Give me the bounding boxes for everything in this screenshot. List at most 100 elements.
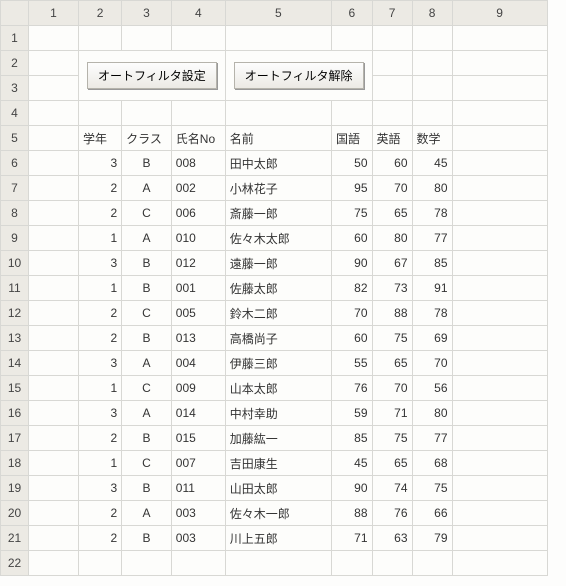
cell[interactable] xyxy=(452,501,547,526)
header-grade[interactable]: 学年 xyxy=(79,126,122,151)
cell-eigo[interactable]: 67 xyxy=(372,251,412,276)
cell-name-no[interactable]: 008 xyxy=(171,151,225,176)
row-header[interactable]: 10 xyxy=(1,251,29,276)
row-header[interactable]: 22 xyxy=(1,551,29,576)
cell[interactable] xyxy=(225,551,331,576)
cell-eigo[interactable]: 73 xyxy=(372,276,412,301)
row-header[interactable]: 5 xyxy=(1,126,29,151)
cell[interactable] xyxy=(452,526,547,551)
cell-kokugo[interactable]: 50 xyxy=(332,151,373,176)
cell-eigo[interactable]: 88 xyxy=(372,301,412,326)
cell-sugaku[interactable]: 78 xyxy=(412,301,452,326)
cell-name[interactable]: 鈴木二郎 xyxy=(225,301,331,326)
cell-sugaku[interactable]: 80 xyxy=(412,176,452,201)
cell[interactable] xyxy=(29,351,79,376)
cell-name-no[interactable]: 004 xyxy=(171,351,225,376)
cell[interactable] xyxy=(372,101,412,126)
cell-name-no[interactable]: 001 xyxy=(171,276,225,301)
cell[interactable] xyxy=(29,551,79,576)
cell-name[interactable]: 吉田康生 xyxy=(225,451,331,476)
cell[interactable] xyxy=(29,101,79,126)
cell-kokugo[interactable]: 55 xyxy=(332,351,373,376)
cell-grade[interactable]: 3 xyxy=(79,401,122,426)
cell[interactable] xyxy=(332,101,373,126)
cell-sugaku[interactable]: 75 xyxy=(412,476,452,501)
cell[interactable] xyxy=(79,26,122,51)
cell-eigo[interactable]: 65 xyxy=(372,201,412,226)
cell-name[interactable]: 斎藤一郎 xyxy=(225,201,331,226)
cell-name-no[interactable]: 005 xyxy=(171,301,225,326)
cell-name-no[interactable]: 006 xyxy=(171,201,225,226)
cell-name-no[interactable]: 010 xyxy=(171,226,225,251)
cell[interactable] xyxy=(29,326,79,351)
cell[interactable] xyxy=(412,76,452,101)
cell[interactable]: オートフィルタ設定 xyxy=(79,51,226,101)
cell[interactable] xyxy=(372,51,412,76)
cell[interactable] xyxy=(171,551,225,576)
cell[interactable] xyxy=(225,26,331,51)
cell[interactable] xyxy=(372,26,412,51)
cell-name[interactable]: 田中太郎 xyxy=(225,151,331,176)
cell-grade[interactable]: 3 xyxy=(79,251,122,276)
cell-sugaku[interactable]: 85 xyxy=(412,251,452,276)
cell[interactable] xyxy=(452,251,547,276)
cell[interactable] xyxy=(452,376,547,401)
cell-name[interactable]: 加藤紘一 xyxy=(225,426,331,451)
cell-grade[interactable]: 2 xyxy=(79,426,122,451)
cell-sugaku[interactable]: 45 xyxy=(412,151,452,176)
cell-class[interactable]: C xyxy=(122,451,172,476)
cell-kokugo[interactable]: 90 xyxy=(332,251,373,276)
row-header[interactable]: 1 xyxy=(1,26,29,51)
cell-kokugo[interactable]: 88 xyxy=(332,501,373,526)
cell[interactable] xyxy=(452,401,547,426)
cell-kokugo[interactable]: 60 xyxy=(332,326,373,351)
col-header-8[interactable]: 8 xyxy=(412,1,452,26)
header-eigo[interactable]: 英語 xyxy=(372,126,412,151)
cell-kokugo[interactable]: 70 xyxy=(332,301,373,326)
cell[interactable] xyxy=(452,101,547,126)
cell[interactable] xyxy=(29,226,79,251)
cell[interactable] xyxy=(29,151,79,176)
cell-sugaku[interactable]: 69 xyxy=(412,326,452,351)
row-header[interactable]: 20 xyxy=(1,501,29,526)
cell-eigo[interactable]: 70 xyxy=(372,176,412,201)
cell-name-no[interactable]: 011 xyxy=(171,476,225,501)
cell-sugaku[interactable]: 77 xyxy=(412,226,452,251)
cell[interactable] xyxy=(29,126,79,151)
cell[interactable] xyxy=(29,176,79,201)
cell-eigo[interactable]: 75 xyxy=(372,326,412,351)
row-header[interactable]: 18 xyxy=(1,451,29,476)
cell-class[interactable]: B xyxy=(122,326,172,351)
cell-grade[interactable]: 2 xyxy=(79,176,122,201)
cell-name-no[interactable]: 012 xyxy=(171,251,225,276)
cell-grade[interactable]: 1 xyxy=(79,376,122,401)
cell[interactable] xyxy=(122,551,172,576)
cell-name-no[interactable]: 013 xyxy=(171,326,225,351)
cell-name[interactable]: 小林花子 xyxy=(225,176,331,201)
row-header[interactable]: 21 xyxy=(1,526,29,551)
cell[interactable] xyxy=(29,76,79,101)
col-header-2[interactable]: 2 xyxy=(79,1,122,26)
cell-grade[interactable]: 2 xyxy=(79,501,122,526)
cell[interactable] xyxy=(372,551,412,576)
cell-name[interactable]: 川上五郎 xyxy=(225,526,331,551)
cell[interactable] xyxy=(29,201,79,226)
row-header[interactable]: 14 xyxy=(1,351,29,376)
cell-kokugo[interactable]: 76 xyxy=(332,376,373,401)
cell[interactable] xyxy=(452,226,547,251)
row-header[interactable]: 4 xyxy=(1,101,29,126)
col-header-5[interactable]: 5 xyxy=(225,1,331,26)
cell-name[interactable]: 伊藤三郎 xyxy=(225,351,331,376)
cell-kokugo[interactable]: 60 xyxy=(332,226,373,251)
cell-name-no[interactable]: 009 xyxy=(171,376,225,401)
cell-kokugo[interactable]: 90 xyxy=(332,476,373,501)
cell-name[interactable]: 佐藤太郎 xyxy=(225,276,331,301)
cell-sugaku[interactable]: 78 xyxy=(412,201,452,226)
header-kokugo[interactable]: 国語 xyxy=(332,126,373,151)
cell[interactable] xyxy=(122,101,172,126)
cell-name[interactable]: 佐々木太郎 xyxy=(225,226,331,251)
cell-sugaku[interactable]: 77 xyxy=(412,426,452,451)
row-header[interactable]: 8 xyxy=(1,201,29,226)
cell-name-no[interactable]: 003 xyxy=(171,526,225,551)
cell-kokugo[interactable]: 82 xyxy=(332,276,373,301)
